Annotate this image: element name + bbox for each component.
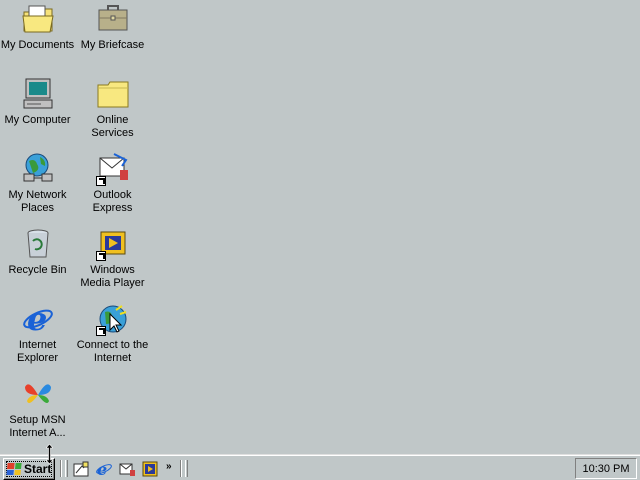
internet-explorer-icon[interactable]: e xyxy=(95,460,113,478)
icon-label: My Computer xyxy=(4,114,71,126)
media-player-icon[interactable] xyxy=(141,460,159,478)
icon-label: Windows Media Player xyxy=(80,264,145,289)
computer-icon xyxy=(21,77,55,111)
quicklaunch-grip[interactable] xyxy=(65,460,68,477)
folder-icon xyxy=(96,77,130,111)
outlook-express-icon[interactable] xyxy=(118,460,136,478)
internet-explorer-shortcut[interactable]: e Internet Explorer xyxy=(0,302,75,365)
my-documents-shortcut[interactable]: My Documents xyxy=(0,2,75,52)
taskbar: Start e » 10:30 PM xyxy=(0,454,640,480)
media-player-icon xyxy=(95,227,130,261)
shortcut-arrow-icon xyxy=(95,326,106,336)
network-globe-icon xyxy=(21,152,55,186)
msn-butterfly-icon xyxy=(21,377,55,411)
resize-cursor-icon xyxy=(46,444,53,464)
icon-label: Setup MSN Internet A... xyxy=(9,414,66,439)
desktop: My Documents My Briefcase My Computer On… xyxy=(0,0,640,454)
svg-text:e: e xyxy=(27,302,47,336)
online-services-shortcut[interactable]: Online Services xyxy=(75,77,150,140)
recycle-bin-icon xyxy=(21,227,55,261)
icon-label: Outlook Express xyxy=(92,189,133,214)
shortcut-arrow-icon xyxy=(95,251,106,261)
icon-label: My Documents xyxy=(0,39,75,51)
taskbar-separator xyxy=(60,460,62,477)
icon-label: Online Services xyxy=(91,114,134,139)
icon-label: Connect to the Internet xyxy=(76,339,149,364)
internet-explorer-icon: e xyxy=(21,302,55,336)
taskbar-grip[interactable] xyxy=(185,460,188,477)
shortcut-arrow-icon xyxy=(95,176,106,186)
icon-label: Recycle Bin xyxy=(8,264,67,276)
my-network-places-shortcut[interactable]: My Network Places xyxy=(0,152,75,215)
icon-label: My Network Places xyxy=(8,189,67,214)
connect-to-internet-shortcut[interactable]: Connect to the Internet xyxy=(75,302,150,365)
recycle-bin-shortcut[interactable]: Recycle Bin xyxy=(0,227,75,277)
documents-folder-icon xyxy=(21,2,55,36)
outlook-express-shortcut[interactable]: Outlook Express xyxy=(75,152,150,215)
outlook-express-icon xyxy=(95,152,130,186)
windows-logo-icon xyxy=(6,463,22,475)
taskbar-separator xyxy=(180,460,182,477)
system-tray: 10:30 PM xyxy=(575,458,637,479)
briefcase-icon xyxy=(96,2,130,36)
my-computer-shortcut[interactable]: My Computer xyxy=(0,77,75,127)
icon-label: My Briefcase xyxy=(80,39,145,51)
connect-wizard-icon xyxy=(95,302,130,336)
my-briefcase-shortcut[interactable]: My Briefcase xyxy=(75,2,150,52)
icon-label: Internet Explorer xyxy=(17,339,58,364)
quicklaunch-more-button[interactable]: » xyxy=(166,461,172,472)
clock[interactable]: 10:30 PM xyxy=(582,463,629,475)
setup-msn-shortcut[interactable]: Setup MSN Internet A... xyxy=(0,377,75,440)
windows-media-player-shortcut[interactable]: Windows Media Player xyxy=(75,227,150,290)
start-label: Start xyxy=(24,462,52,476)
show-desktop-icon[interactable] xyxy=(72,460,90,478)
